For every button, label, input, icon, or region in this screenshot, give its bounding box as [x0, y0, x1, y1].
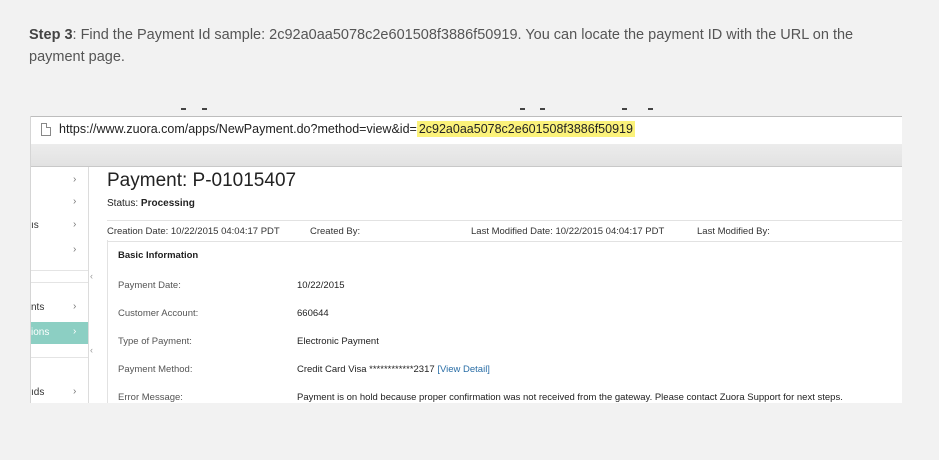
chevron-right-icon: ›: [73, 174, 77, 185]
chevron-right-icon: ›: [73, 301, 77, 312]
payment-meta-bar: Creation Date: 10/22/2015 04:04:17 PDT C…: [107, 220, 902, 242]
last-modified-by: Last Modified By:: [697, 226, 770, 237]
chevron-right-icon: ›: [73, 326, 77, 337]
sidebar-item-3[interactable]: ıs ›: [31, 215, 88, 237]
chevron-right-icon: ›: [73, 386, 77, 397]
crop-mark: [181, 108, 186, 110]
basic-information-section: Basic Information Payment Date: 10/22/20…: [107, 240, 902, 403]
step-label: Step 3: [29, 27, 73, 43]
browser-toolbar: [31, 144, 902, 167]
detail-value: Electronic Payment: [297, 336, 379, 347]
chevron-right-icon: ›: [73, 196, 77, 207]
sidebar-divider: [31, 270, 88, 271]
payment-detail-panel: Payment: P-01015407 Status: Processing C…: [97, 167, 902, 403]
collapse-sidebar-icon[interactable]: ‹: [90, 345, 93, 355]
detail-key: Payment Method:: [118, 364, 193, 375]
crop-mark: [622, 108, 627, 110]
step-text: : Find the Payment Id sample: 2c92a0aa50…: [29, 27, 854, 65]
section-heading: Basic Information: [118, 250, 199, 261]
page-icon: [41, 123, 51, 136]
status-value: Processing: [140, 198, 195, 209]
detail-key: Customer Account:: [118, 308, 199, 319]
sidebar-divider: [31, 357, 88, 358]
last-modified-date: Last Modified Date: 10/22/2015 04:04:17 …: [471, 226, 665, 237]
payment-status: Status: Processing: [107, 198, 195, 209]
chevron-right-icon: ›: [73, 244, 77, 255]
chevron-right-icon: ›: [73, 219, 77, 230]
status-label: Status:: [107, 198, 141, 209]
sidebar: › › ıs › › nts › ions › ıds ›: [31, 167, 89, 403]
sidebar-item-label: nts: [31, 302, 45, 313]
sidebar-divider: [31, 282, 88, 283]
error-message: Payment is on hold because proper confir…: [297, 392, 843, 403]
step-instruction: Step 3: Find the Payment Id sample: 2c92…: [29, 24, 889, 68]
payment-method-value: Credit Card Visa ************2317: [297, 364, 435, 375]
crop-mark: [520, 108, 525, 110]
detail-key: Type of Payment:: [118, 336, 192, 347]
sidebar-item-2[interactable]: ›: [31, 192, 88, 214]
detail-key: Error Message:: [118, 392, 183, 403]
address-bar[interactable]: https://www.zuora.com/apps/NewPayment.do…: [31, 116, 902, 145]
detail-value: 10/22/2015: [297, 280, 345, 291]
sidebar-item-6-active[interactable]: ions ›: [31, 322, 88, 344]
sidebar-item-1[interactable]: ›: [31, 170, 88, 192]
crop-mark: [648, 108, 653, 110]
created-by: Created By:: [310, 226, 361, 237]
crop-mark: [202, 108, 207, 110]
sidebar-item-4[interactable]: ›: [31, 240, 88, 262]
customer-account-link[interactable]: 660644: [297, 308, 329, 319]
url-text[interactable]: https://www.zuora.com/apps/NewPayment.do…: [59, 121, 635, 137]
collapse-sidebar-icon[interactable]: ‹: [90, 271, 93, 281]
detail-key: Payment Date:: [118, 280, 181, 291]
view-detail-link[interactable]: [View Detail]: [437, 364, 490, 375]
sidebar-item-label: ıds: [31, 387, 45, 398]
page-title: Payment: P-01015407: [107, 170, 297, 191]
sidebar-item-label: ions: [31, 327, 50, 338]
creation-date: Creation Date: 10/22/2015 04:04:17 PDT: [107, 226, 280, 237]
payment-page-screenshot: https://www.zuora.com/apps/NewPayment.do…: [30, 116, 902, 403]
url-prefix: https://www.zuora.com/apps/NewPayment.do…: [59, 122, 417, 136]
url-payment-id-highlight: 2c92a0aa5078c2e601508f3886f50919: [416, 121, 635, 137]
detail-value: Credit Card Visa ************2317 [View …: [297, 364, 490, 375]
sidebar-item-7[interactable]: ıds ›: [31, 382, 88, 403]
sidebar-item-label: ıs: [31, 220, 39, 231]
sidebar-item-5[interactable]: nts ›: [31, 297, 88, 319]
crop-mark: [540, 108, 545, 110]
